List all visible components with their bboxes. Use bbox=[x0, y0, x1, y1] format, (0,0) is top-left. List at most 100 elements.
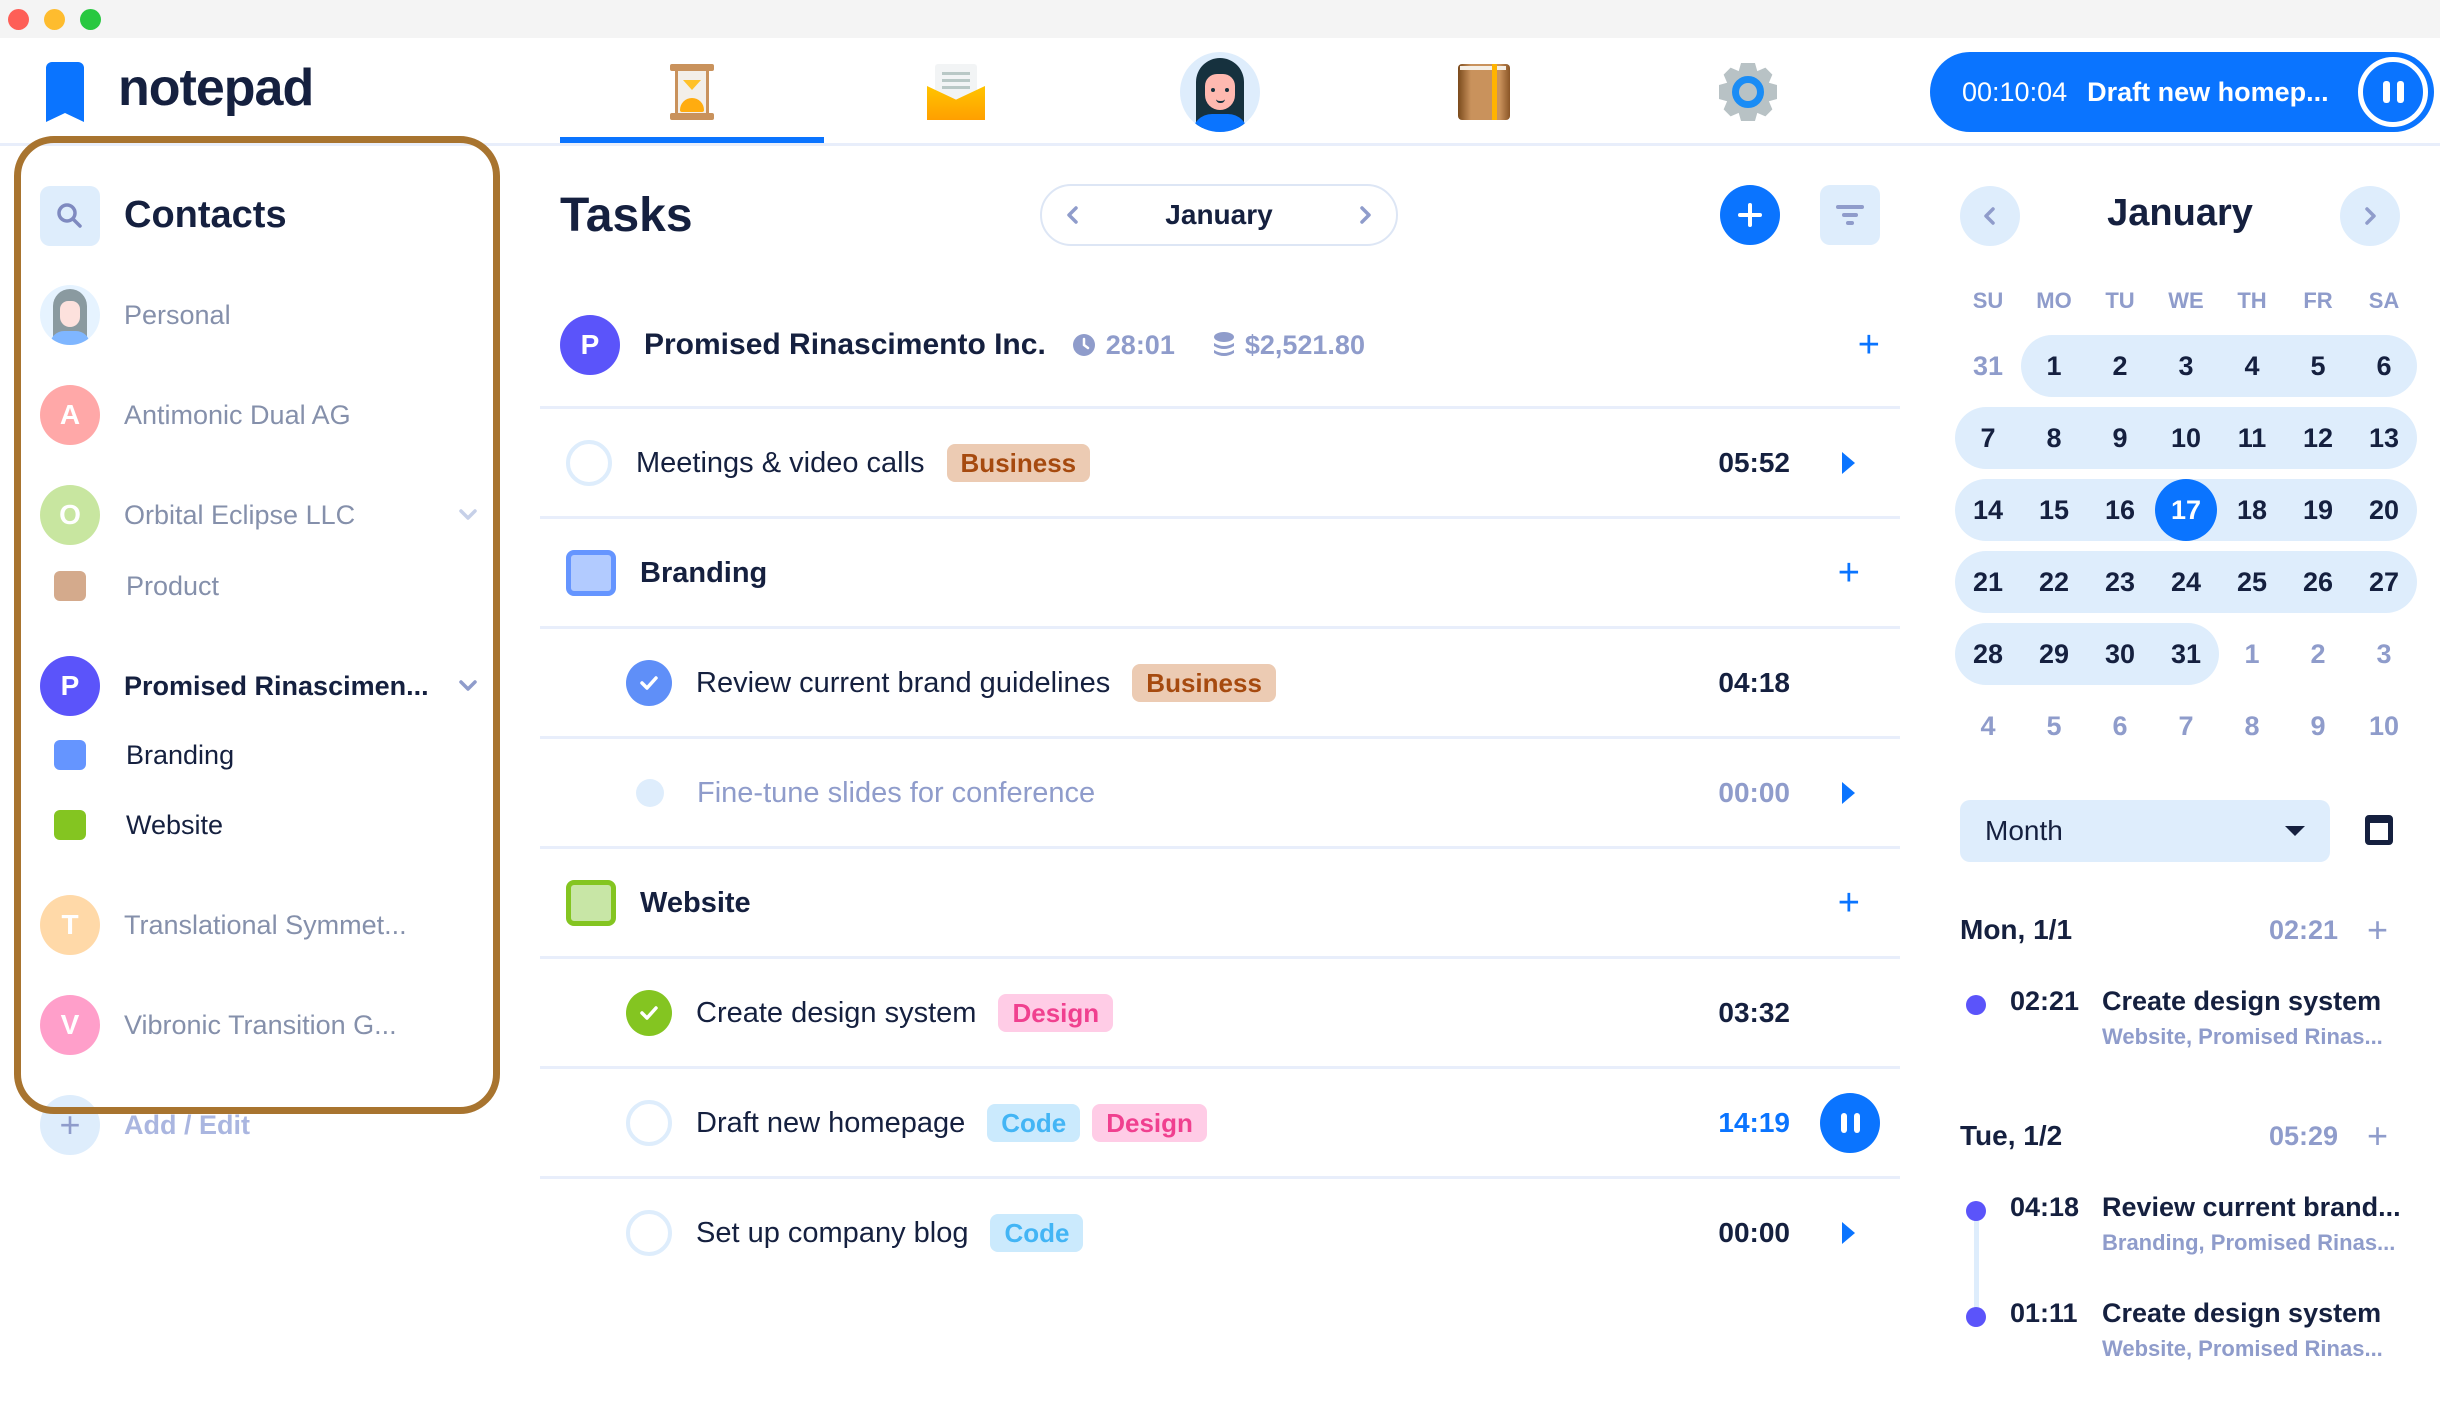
calendar-day[interactable]: 8 bbox=[2219, 695, 2285, 757]
calendar-day[interactable]: 5 bbox=[2021, 695, 2087, 757]
calendar-day[interactable]: 4 bbox=[2219, 335, 2285, 397]
time-entry[interactable]: 02:21 Create design system Website, Prom… bbox=[1960, 986, 2410, 1056]
calendar-day[interactable]: 2 bbox=[2087, 335, 2153, 397]
calendar-day[interactable]: 11 bbox=[2219, 407, 2285, 469]
calendar-day[interactable]: 4 bbox=[1955, 695, 2021, 757]
sidebar-item-website[interactable]: Website bbox=[40, 795, 480, 855]
sidebar-item-personal[interactable]: Personal bbox=[40, 285, 480, 345]
calendar-day[interactable]: 14 bbox=[1955, 479, 2021, 541]
sidebar-item-translational-symmetry[interactable]: T Translational Symmet... bbox=[40, 895, 480, 955]
nav-tab-profile[interactable] bbox=[1088, 38, 1352, 146]
add-edit-contacts-button[interactable]: + Add / Edit bbox=[40, 1095, 480, 1155]
subtask-bullet[interactable] bbox=[636, 779, 664, 807]
window-close-button[interactable] bbox=[8, 9, 29, 30]
chevron-left-icon[interactable] bbox=[1064, 204, 1082, 226]
play-icon[interactable] bbox=[1842, 782, 1855, 804]
task-row-create-design-system[interactable]: Create design system Design 03:32 bbox=[540, 958, 1900, 1068]
task-status-checkbox[interactable] bbox=[566, 440, 612, 486]
chevron-right-icon[interactable] bbox=[1356, 204, 1374, 226]
task-time: 05:52 bbox=[1718, 447, 1790, 478]
chevron-down-icon[interactable] bbox=[456, 503, 480, 527]
calendar-day[interactable]: 2 bbox=[2285, 623, 2351, 685]
calendar-day[interactable]: 29 bbox=[2021, 623, 2087, 685]
task-row-meetings[interactable]: Meetings & video calls Business 05:52 bbox=[540, 408, 1900, 518]
add-task-button[interactable] bbox=[1720, 185, 1780, 245]
nav-tab-notebook[interactable] bbox=[1352, 38, 1616, 146]
window-maximize-button[interactable] bbox=[80, 9, 101, 30]
play-icon[interactable] bbox=[1842, 1222, 1855, 1244]
sidebar-item-orbital-eclipse-llc[interactable]: O Orbital Eclipse LLC bbox=[40, 485, 480, 545]
calendar-next-month-button[interactable] bbox=[2340, 186, 2400, 246]
calendar-day[interactable]: 23 bbox=[2087, 551, 2153, 613]
sidebar-item-product[interactable]: Product bbox=[40, 556, 480, 616]
calendar-day[interactable]: 9 bbox=[2087, 407, 2153, 469]
calendar-day[interactable]: 28 bbox=[1955, 623, 2021, 685]
sidebar-highlight-frame bbox=[14, 136, 500, 1114]
calendar-day[interactable]: 1 bbox=[2021, 335, 2087, 397]
sidebar-item-vibronic-transition[interactable]: V Vibronic Transition G... bbox=[40, 995, 480, 1055]
calendar-day[interactable]: 25 bbox=[2219, 551, 2285, 613]
task-status-checkbox[interactable] bbox=[626, 1210, 672, 1256]
calendar-day-today[interactable]: 17 bbox=[2153, 479, 2219, 541]
calendar-day[interactable]: 19 bbox=[2285, 479, 2351, 541]
task-status-checkbox[interactable] bbox=[626, 660, 672, 706]
calendar-day[interactable]: 5 bbox=[2285, 335, 2351, 397]
add-to-company-button[interactable]: + bbox=[1858, 326, 1880, 364]
add-entry-button[interactable]: + bbox=[2367, 912, 2388, 948]
calendar-day[interactable]: 31 bbox=[1955, 335, 2021, 397]
chevron-down-icon[interactable] bbox=[456, 674, 480, 698]
calendar-day[interactable]: 12 bbox=[2285, 407, 2351, 469]
play-icon[interactable] bbox=[1842, 452, 1855, 474]
calendar-prev-month-button[interactable] bbox=[1960, 186, 2020, 246]
task-row-draft-new-homepage[interactable]: Draft new homepage Code Design 14:19 bbox=[540, 1068, 1900, 1178]
task-status-checkbox[interactable] bbox=[626, 1100, 672, 1146]
calendar-day[interactable]: 18 bbox=[2219, 479, 2285, 541]
calendar-day[interactable]: 15 bbox=[2021, 479, 2087, 541]
calendar-day[interactable]: 10 bbox=[2351, 695, 2417, 757]
calendar-day[interactable]: 26 bbox=[2285, 551, 2351, 613]
calendar-day[interactable]: 30 bbox=[2087, 623, 2153, 685]
calendar-day[interactable]: 27 bbox=[2351, 551, 2417, 613]
calendar-day[interactable]: 22 bbox=[2021, 551, 2087, 613]
calendar-day[interactable]: 1 bbox=[2219, 623, 2285, 685]
task-status-checkbox[interactable] bbox=[626, 990, 672, 1036]
nav-tab-messages[interactable] bbox=[824, 38, 1088, 146]
calendar-icon[interactable] bbox=[2365, 815, 2393, 845]
calendar-day[interactable]: 8 bbox=[2021, 407, 2087, 469]
add-entry-button[interactable]: + bbox=[2367, 1118, 2388, 1154]
nav-tab-time-tracking[interactable] bbox=[560, 38, 824, 146]
task-row-set-up-company-blog[interactable]: Set up company blog Code 00:00 bbox=[540, 1178, 1900, 1288]
nav-tab-settings[interactable] bbox=[1616, 38, 1880, 146]
task-row-fine-tune-slides[interactable]: Fine-tune slides for conference 00:00 bbox=[540, 738, 1900, 848]
calendar-day[interactable]: 6 bbox=[2087, 695, 2153, 757]
sidebar-item-antimonic-dual-ag[interactable]: A Antimonic Dual AG bbox=[40, 385, 480, 445]
window-minimize-button[interactable] bbox=[44, 9, 65, 30]
contacts-search-button[interactable] bbox=[40, 186, 100, 246]
group-title: Branding bbox=[640, 556, 768, 589]
sidebar-item-branding[interactable]: Branding bbox=[40, 725, 480, 785]
add-task-to-website-button[interactable]: + bbox=[1838, 884, 1860, 922]
calendar-day[interactable]: 16 bbox=[2087, 479, 2153, 541]
calendar-day[interactable]: 9 bbox=[2285, 695, 2351, 757]
calendar-day[interactable]: 3 bbox=[2153, 335, 2219, 397]
calendar-day[interactable]: 3 bbox=[2351, 623, 2417, 685]
time-entry[interactable]: 04:18 Review current brand... Branding, … bbox=[1960, 1192, 2410, 1262]
calendar-view-select[interactable]: Month bbox=[1960, 800, 2330, 862]
calendar-day[interactable]: 21 bbox=[1955, 551, 2021, 613]
timer-task-name: Draft new homep... bbox=[2087, 76, 2329, 107]
calendar-day[interactable]: 7 bbox=[1955, 407, 2021, 469]
calendar-day[interactable]: 6 bbox=[2351, 335, 2417, 397]
calendar-day[interactable]: 7 bbox=[2153, 695, 2219, 757]
pause-task-button[interactable] bbox=[1820, 1093, 1880, 1153]
calendar-day[interactable]: 20 bbox=[2351, 479, 2417, 541]
filter-button[interactable] bbox=[1820, 185, 1880, 245]
calendar-day[interactable]: 13 bbox=[2351, 407, 2417, 469]
calendar-day[interactable]: 10 bbox=[2153, 407, 2219, 469]
time-entry[interactable]: 01:11 Create design system Website, Prom… bbox=[1960, 1298, 2410, 1368]
sidebar-item-promised-rinascimento[interactable]: P Promised Rinascimen... bbox=[40, 656, 480, 716]
timer-pause-button[interactable] bbox=[2358, 57, 2428, 127]
add-task-to-branding-button[interactable]: + bbox=[1838, 554, 1860, 592]
calendar-day[interactable]: 31 bbox=[2153, 623, 2219, 685]
calendar-day[interactable]: 24 bbox=[2153, 551, 2219, 613]
task-row-review-brand-guidelines[interactable]: Review current brand guidelines Business… bbox=[540, 628, 1900, 738]
